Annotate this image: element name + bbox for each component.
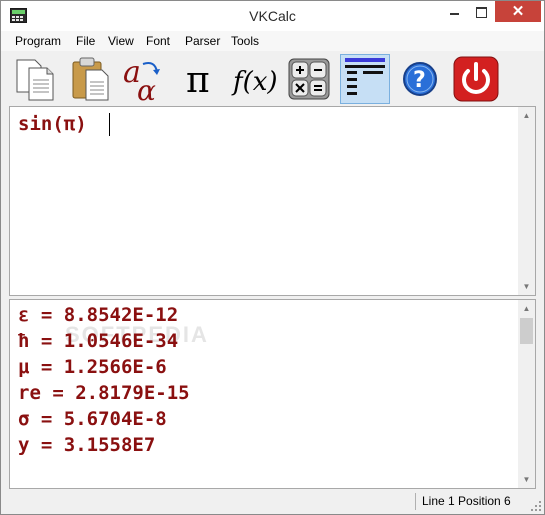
result-line: ε = 8.8542E-12 bbox=[18, 304, 179, 326]
align-icon bbox=[345, 58, 385, 95]
minimize-button[interactable] bbox=[441, 1, 468, 22]
svg-text:?: ? bbox=[413, 68, 426, 93]
status-divider bbox=[415, 493, 416, 510]
text-caret bbox=[109, 113, 110, 136]
resize-grip-icon[interactable] bbox=[530, 500, 542, 512]
result-line: y = 3.1558E7 bbox=[18, 434, 156, 456]
calculator-button[interactable] bbox=[284, 54, 334, 104]
function-button[interactable]: f(x) bbox=[229, 54, 279, 104]
expression-scrollbar[interactable]: ▲ ▼ bbox=[518, 107, 535, 295]
svg-text:α: α bbox=[137, 74, 156, 104]
menu-view[interactable]: View bbox=[108, 34, 134, 48]
menu-file[interactable]: File bbox=[76, 34, 95, 48]
copy-button[interactable] bbox=[11, 54, 61, 104]
paste-icon bbox=[72, 57, 109, 101]
svg-text:π: π bbox=[186, 60, 210, 101]
help-button[interactable]: ? bbox=[395, 54, 445, 104]
copy-icon bbox=[16, 59, 54, 101]
expression-editor[interactable]: sin(π) ▲ ▼ bbox=[9, 106, 536, 296]
results-scrollbar[interactable]: ▲ ▼ bbox=[518, 300, 535, 488]
function-icon: f(x) bbox=[231, 67, 278, 97]
menu-bar: Program File View Font Parser Tools bbox=[1, 31, 544, 51]
menu-tools[interactable]: Tools bbox=[231, 34, 259, 48]
svg-text:f(x): f(x) bbox=[231, 67, 278, 97]
menu-font[interactable]: Font bbox=[146, 34, 170, 48]
scroll-down-arrow[interactable]: ▼ bbox=[518, 471, 535, 488]
paste-button[interactable] bbox=[66, 54, 116, 104]
menu-program[interactable]: Program bbox=[15, 34, 61, 48]
calculator-icon bbox=[288, 58, 330, 100]
menu-parser[interactable]: Parser bbox=[185, 34, 220, 48]
close-icon: ✕ bbox=[511, 3, 525, 20]
align-button[interactable] bbox=[340, 54, 390, 104]
close-button[interactable]: ✕ bbox=[495, 1, 541, 22]
maximize-button[interactable] bbox=[468, 1, 495, 22]
vkcalc-window: VKCalc ✕ Program File View Font Parser T… bbox=[0, 0, 545, 515]
result-line: σ = 5.6704E-8 bbox=[18, 408, 167, 430]
font-icon: a α bbox=[123, 55, 160, 107]
power-button[interactable] bbox=[451, 54, 501, 104]
scroll-up-arrow[interactable]: ▲ bbox=[518, 300, 535, 317]
result-line: μ = 1.2566E-6 bbox=[18, 356, 167, 378]
help-icon: ? bbox=[403, 62, 437, 96]
scroll-down-arrow[interactable]: ▼ bbox=[518, 278, 535, 295]
status-bar: Line 1 Position 6 bbox=[1, 490, 544, 514]
result-line: ħ = 1.0546E-34 bbox=[18, 330, 179, 352]
pi-button[interactable]: π bbox=[174, 54, 224, 104]
scroll-up-arrow[interactable]: ▲ bbox=[518, 107, 535, 124]
title-bar[interactable]: VKCalc ✕ bbox=[1, 1, 544, 31]
scroll-thumb[interactable] bbox=[520, 318, 533, 344]
font-button[interactable]: a α bbox=[119, 54, 169, 107]
cursor-position: Line 1 Position 6 bbox=[422, 494, 511, 508]
power-icon bbox=[453, 56, 499, 102]
results-panel[interactable]: SOFTPEDIA ε = 8.8542E-12 ħ = 1.0546E-34 … bbox=[9, 299, 536, 489]
pi-icon: π bbox=[186, 60, 210, 101]
expression-text: sin(π) bbox=[18, 113, 87, 135]
result-line: re = 2.8179E-15 bbox=[18, 382, 190, 404]
toolbar: a α π f(x) ? bbox=[1, 51, 544, 107]
